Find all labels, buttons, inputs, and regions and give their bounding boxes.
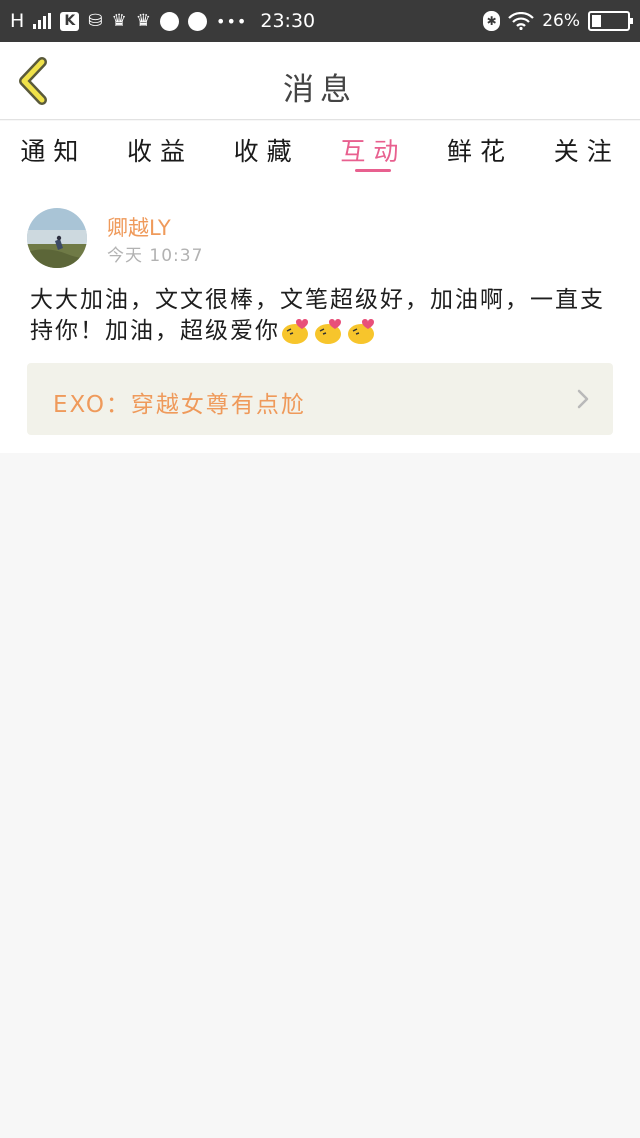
crown-icon: ♛ <box>135 11 152 31</box>
username[interactable]: 卿越LY <box>107 212 171 242</box>
network-type: H <box>10 10 25 32</box>
more-dots-icon: ••• <box>216 11 248 31</box>
avatar[interactable] <box>27 208 87 268</box>
kiss-emoji-icon <box>348 319 374 344</box>
book-link[interactable]: EXO：穿越女尊有点尬 <box>27 363 613 435</box>
tab-following[interactable]: 关注 <box>533 121 640 177</box>
app-icon <box>160 11 180 31</box>
kiss-emoji-icon <box>282 319 308 344</box>
tab-notifications[interactable]: 通知 <box>0 121 107 177</box>
timestamp: 今天 10:37 <box>107 246 204 266</box>
tab-interactions[interactable]: 互动 <box>320 121 427 177</box>
battery-percent: 26% <box>542 11 580 31</box>
signal-icon <box>33 13 52 29</box>
message-item: 卿越LY 今天 10:37 大大加油，文文很棒，文笔超级好，加油啊，一直支持你！… <box>0 177 640 453</box>
tab-earnings[interactable]: 收益 <box>107 121 214 177</box>
book-title: EXO：穿越女尊有点尬 <box>53 392 306 418</box>
crown-icon: ♛ <box>111 11 127 31</box>
page-title: 消息 <box>283 72 357 108</box>
wifi-icon <box>508 12 534 30</box>
chevron-right-icon <box>577 389 589 409</box>
tab-favorites[interactable]: 收藏 <box>213 121 320 177</box>
tab-bar: 通知 收益 收藏 互动 鲜花 关注 <box>0 121 640 177</box>
k-app-icon: K <box>60 11 80 31</box>
message-content: 大大加油，文文很棒，文笔超级好，加油啊，一直支持你！加油，超级爱你 <box>30 285 620 347</box>
planet-icon <box>188 11 208 31</box>
battery-icon <box>588 11 633 31</box>
data-icon: ⛁ <box>88 11 103 31</box>
kiss-emoji-icon <box>315 319 341 344</box>
nav-bar: 消息 <box>0 42 640 120</box>
status-time: 23:30 <box>260 10 316 32</box>
status-bar: H K ⛁ ♛ ♛ ••• 23:30 ✱ 26% <box>0 0 640 42</box>
tab-flowers[interactable]: 鲜花 <box>427 121 534 177</box>
bluetooth-icon: ✱ <box>483 11 501 31</box>
